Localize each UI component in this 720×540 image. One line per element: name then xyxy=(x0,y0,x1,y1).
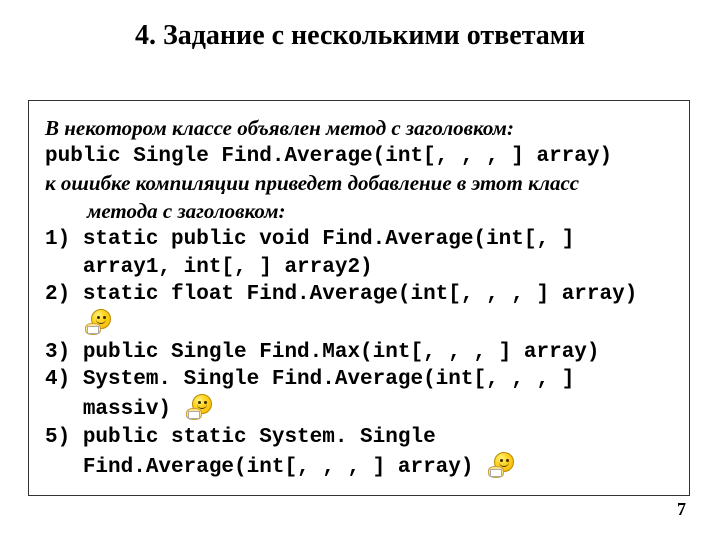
smiley-icon xyxy=(186,394,218,420)
option-text: System. Single Find.Average(int[, , , ] … xyxy=(83,366,673,423)
option-number: 5) xyxy=(45,424,83,452)
option-text: static float Find.Average(int[, , , ] ar… xyxy=(83,281,673,338)
option-text-value: static float Find.Average(int[, , , ] ar… xyxy=(83,283,638,306)
option-4: 4) System. Single Find.Average(int[, , ,… xyxy=(45,366,673,423)
option-number: 2) xyxy=(45,281,83,309)
smiley-icon xyxy=(85,309,117,335)
intro-code: public Single Find.Average(int[, , , ] a… xyxy=(45,143,673,171)
slide-title: 4. Задание с несколькими ответами xyxy=(0,20,720,52)
question-box: В некотором классе объявлен метод с заго… xyxy=(28,100,690,496)
intro-line-2: к ошибке компиляции приведет добавление … xyxy=(45,170,673,198)
smiley-icon xyxy=(488,452,520,478)
intro-line-2-sub: метода с заголовком: xyxy=(45,198,673,226)
option-text: static public void Find.Average(int[, ] … xyxy=(83,226,673,281)
option-number: 3) xyxy=(45,339,83,367)
option-1: 1) static public void Find.Average(int[,… xyxy=(45,226,673,281)
option-text-value: public static System. Single Find.Averag… xyxy=(83,426,474,479)
option-text-value: System. Single Find.Average(int[, , , ] … xyxy=(83,368,574,421)
option-number: 1) xyxy=(45,226,83,254)
page-number: 7 xyxy=(677,499,686,520)
intro-line-1: В некотором классе объявлен метод с заго… xyxy=(45,115,673,143)
option-3: 3) public Single Find.Max(int[, , , ] ar… xyxy=(45,339,673,367)
option-5: 5) public static System. Single Find.Ave… xyxy=(45,424,673,481)
option-text: public static System. Single Find.Averag… xyxy=(83,424,673,481)
option-2: 2) static float Find.Average(int[, , , ]… xyxy=(45,281,673,338)
option-text: public Single Find.Max(int[, , , ] array… xyxy=(83,339,673,367)
option-number: 4) xyxy=(45,366,83,394)
